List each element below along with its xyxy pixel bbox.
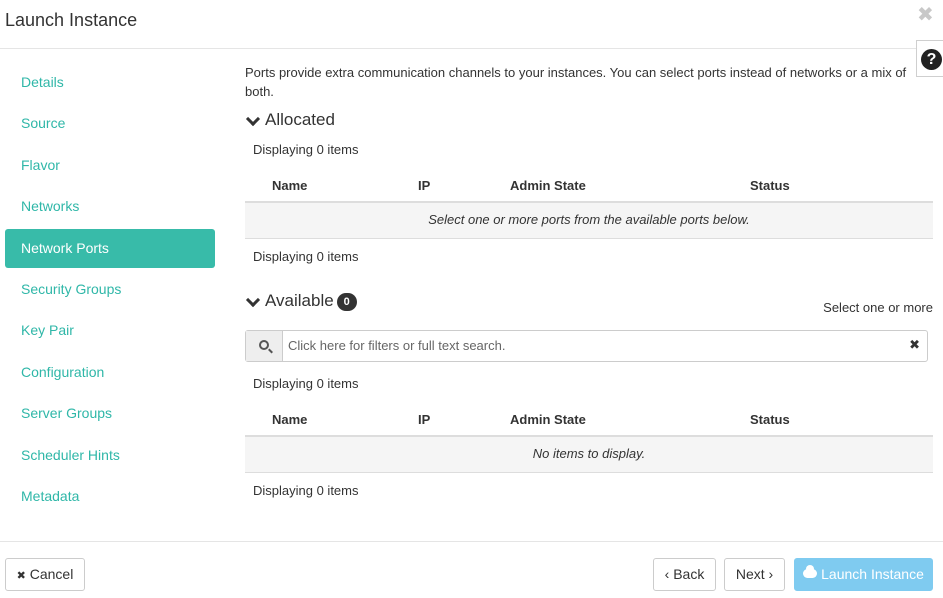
available-count-badge: 0: [336, 292, 357, 311]
nav-item-scheduler-hints[interactable]: Scheduler Hints: [5, 436, 215, 475]
allocated-count-top: Displaying 0 items: [253, 142, 359, 157]
cloud-upload-icon: [803, 565, 818, 578]
modal-footer: ✖ Cancel ‹ Back Next › Launch Instance: [0, 541, 943, 598]
search-input[interactable]: Click here for filters or full text sear…: [288, 338, 505, 353]
available-toggle[interactable]: Available 0: [245, 291, 357, 311]
empty-row: Select one or more ports from the availa…: [245, 203, 933, 239]
search-icon: [259, 340, 269, 350]
available-table: Name IP Admin State Status No items to d…: [245, 401, 933, 473]
nav-item-security-groups[interactable]: Security Groups: [5, 270, 215, 309]
chevron-down-icon: [245, 111, 261, 127]
launch-instance-button[interactable]: Launch Instance: [794, 558, 933, 591]
column-name[interactable]: Name: [272, 412, 307, 427]
empty-row: No items to display.: [245, 437, 933, 473]
nav-item-source[interactable]: Source: [5, 104, 215, 143]
search-bar[interactable]: Click here for filters or full text sear…: [245, 330, 928, 362]
next-button[interactable]: Next ›: [724, 558, 785, 591]
cancel-label: Cancel: [29, 566, 74, 582]
intro-text: Ports provide extra communication channe…: [245, 65, 907, 99]
chevron-down-icon: [245, 292, 261, 308]
nav-item-metadata[interactable]: Metadata: [5, 477, 215, 516]
table-header: Name IP Admin State Status: [245, 167, 933, 203]
available-count-top: Displaying 0 items: [253, 376, 359, 391]
allocated-title: Allocated: [265, 110, 335, 129]
column-admin-state[interactable]: Admin State: [510, 412, 586, 427]
column-ip[interactable]: IP: [418, 178, 430, 193]
close-icon[interactable]: ✖: [917, 5, 934, 25]
nav-item-key-pair[interactable]: Key Pair: [5, 311, 215, 350]
column-status[interactable]: Status: [750, 178, 790, 193]
modal-title: Launch Instance: [5, 10, 138, 30]
nav-item-flavor[interactable]: Flavor: [5, 146, 215, 185]
nav-item-details[interactable]: Details: [5, 63, 215, 102]
available-title: Available: [265, 291, 334, 310]
cancel-button[interactable]: ✖ Cancel: [5, 558, 85, 591]
back-button[interactable]: ‹ Back: [653, 558, 716, 591]
close-icon: ✖: [16, 570, 26, 582]
launch-label: Launch Instance: [821, 566, 924, 582]
nav-item-network-ports[interactable]: Network Ports: [5, 228, 215, 268]
column-status[interactable]: Status: [750, 412, 790, 427]
column-ip[interactable]: IP: [418, 412, 430, 427]
nav-item-server-groups[interactable]: Server Groups: [5, 394, 215, 433]
select-hint: Select one or more: [823, 300, 933, 315]
nav-item-configuration[interactable]: Configuration: [5, 353, 215, 392]
help-button[interactable]: ?: [916, 40, 943, 77]
modal-header: Launch Instance ✖: [0, 0, 943, 49]
allocated-table: Name IP Admin State Status Select one or…: [245, 167, 933, 239]
column-name[interactable]: Name: [272, 178, 307, 193]
help-icon: ?: [921, 49, 942, 70]
allocated-toggle[interactable]: Allocated: [245, 110, 335, 130]
column-admin-state[interactable]: Admin State: [510, 178, 586, 193]
wizard-nav: Details Source Flavor Networks Network P…: [5, 63, 215, 518]
table-header: Name IP Admin State Status: [245, 401, 933, 437]
search-addon: [246, 331, 283, 361]
available-count-bottom: Displaying 0 items: [253, 483, 359, 498]
nav-item-networks[interactable]: Networks: [5, 187, 215, 226]
allocated-count-bottom: Displaying 0 items: [253, 249, 359, 264]
clear-icon[interactable]: ✖: [909, 337, 920, 353]
